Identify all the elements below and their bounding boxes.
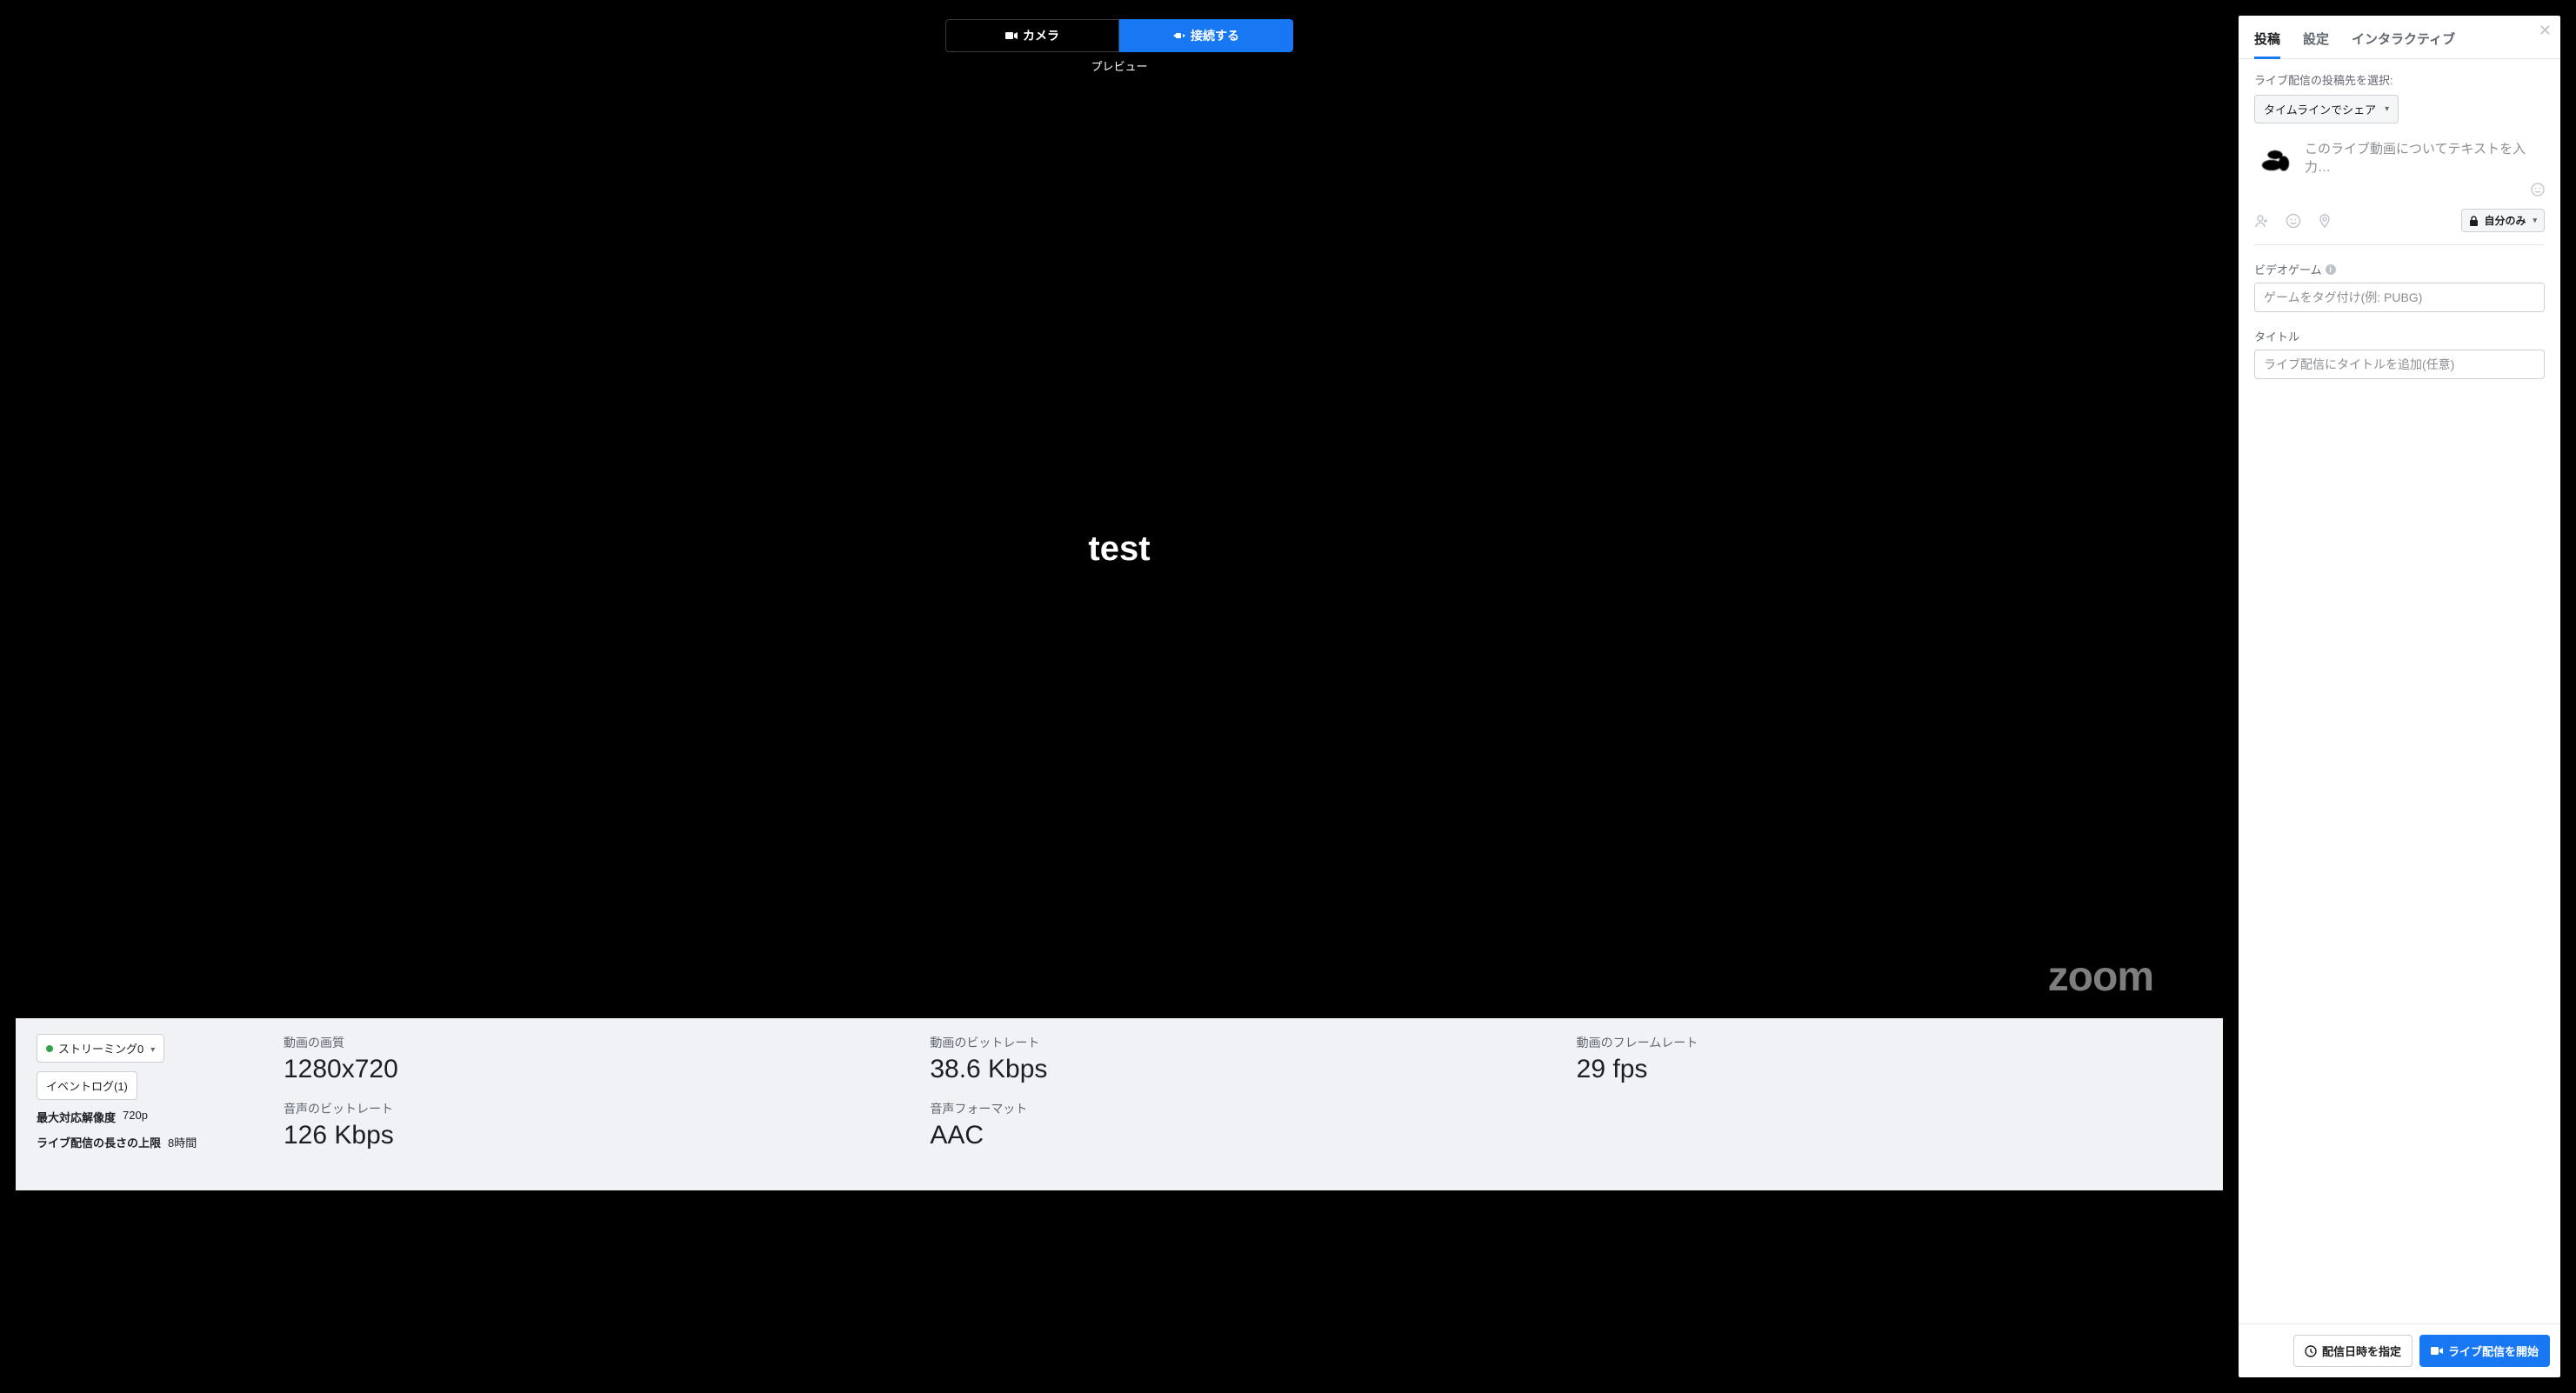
video-bitrate-value: 38.6 Kbps	[930, 1055, 1555, 1084]
tab-settings[interactable]: 設定	[2303, 30, 2329, 58]
connect-tab-label: 接続する	[1191, 27, 1239, 44]
camera-tab[interactable]: カメラ	[945, 19, 1119, 52]
destination-dropdown[interactable]: タイムラインでシェア	[2254, 95, 2399, 123]
close-icon[interactable]: ✕	[2539, 23, 2552, 38]
video-bitrate-label: 動画のビットレート	[930, 1034, 1555, 1051]
select-destination-label: ライブ配信の投稿先を選択:	[2254, 71, 2545, 88]
avatar	[2254, 139, 2296, 181]
location-icon[interactable]	[2317, 213, 2332, 229]
zoom-watermark: zoom	[2048, 953, 2153, 1001]
status-dot-icon	[46, 1045, 53, 1052]
video-bitrate-block: 動画のビットレート 38.6 Kbps	[930, 1034, 1555, 1084]
max-resolution-value: 720p	[123, 1109, 148, 1125]
connect-tab[interactable]: 接続する	[1119, 19, 1293, 52]
sidebar-footer: 配信日時を指定 ライブ配信を開始	[2239, 1323, 2560, 1377]
max-resolution-row: 最大対応解像度 720p	[37, 1109, 148, 1125]
right-sidebar: ✕ 投稿 設定 インタラクティブ ライブ配信の投稿先を選択: タイムラインでシェ…	[2239, 16, 2560, 1377]
destination-dropdown-value: タイムラインでシェア	[2264, 101, 2376, 117]
go-live-button[interactable]: ライブ配信を開始	[2419, 1335, 2550, 1367]
event-log-chip[interactable]: イベントログ(1)	[37, 1071, 137, 1100]
streaming-chip-label: ストリーミング0	[58, 1040, 143, 1056]
audio-bitrate-block: 音声のビットレート 126 Kbps	[284, 1100, 909, 1150]
chevron-down-icon	[149, 1042, 155, 1055]
emoji-picker-icon[interactable]	[2531, 183, 2545, 197]
video-game-label: ビデオゲーム i	[2254, 261, 2545, 277]
streaming-status-chip[interactable]: ストリーミング0	[37, 1034, 164, 1063]
max-length-label: ライブ配信の長さの上限	[37, 1134, 161, 1150]
broadcast-icon	[1173, 31, 1185, 40]
clock-icon	[2305, 1345, 2317, 1357]
lock-icon	[2469, 216, 2479, 226]
feeling-icon[interactable]	[2286, 213, 2301, 229]
active-tab-caption: プレビュー	[16, 57, 2223, 74]
info-icon[interactable]: i	[2326, 264, 2336, 275]
video-framerate-block: 動画のフレームレート 29 fps	[1577, 1034, 2202, 1084]
event-log-chip-label: イベントログ(1)	[46, 1077, 128, 1094]
composer-textarea[interactable]	[2305, 139, 2545, 191]
video-quality-label: 動画の画質	[284, 1034, 909, 1051]
title-label: タイトル	[2254, 328, 2545, 344]
audio-format-label: 音声フォーマット	[930, 1100, 1555, 1117]
source-tabbar: カメラ 接続する	[16, 19, 2223, 52]
stats-panel: ストリーミング0 イベントログ(1) 最大対応解像度 720p ライブ配信の長さ…	[16, 1018, 2223, 1190]
tag-people-icon[interactable]	[2254, 213, 2270, 229]
max-length-row: ライブ配信の長さの上限 8時間	[37, 1134, 197, 1150]
schedule-button[interactable]: 配信日時を指定	[2293, 1335, 2412, 1367]
composer-toolbar: 自分のみ	[2254, 209, 2545, 245]
tab-interactive[interactable]: インタラクティブ	[2352, 30, 2455, 58]
max-length-value: 8時間	[168, 1134, 197, 1150]
go-live-icon	[2431, 1346, 2443, 1356]
video-overlay-text: test	[1088, 530, 1150, 569]
video-quality-block: 動画の画質 1280x720	[284, 1034, 909, 1084]
audio-format-block: 音声フォーマット AAC	[930, 1100, 1555, 1150]
camera-tab-label: カメラ	[1023, 27, 1059, 44]
privacy-dropdown[interactable]: 自分のみ	[2461, 209, 2545, 232]
audio-bitrate-value: 126 Kbps	[284, 1121, 909, 1150]
tab-post[interactable]: 投稿	[2254, 30, 2280, 58]
post-composer	[2254, 139, 2545, 191]
video-framerate-value: 29 fps	[1577, 1055, 2202, 1084]
audio-format-value: AAC	[930, 1121, 1555, 1150]
video-game-input[interactable]	[2254, 283, 2545, 312]
video-camera-icon	[1005, 31, 1018, 40]
title-input[interactable]	[2254, 350, 2545, 379]
video-preview: test zoom	[16, 79, 2223, 1018]
video-quality-value: 1280x720	[284, 1055, 909, 1084]
go-live-button-label: ライブ配信を開始	[2448, 1343, 2539, 1359]
privacy-value: 自分のみ	[2484, 213, 2526, 228]
video-framerate-label: 動画のフレームレート	[1577, 1034, 2202, 1051]
audio-bitrate-label: 音声のビットレート	[284, 1100, 909, 1117]
max-resolution-label: 最大対応解像度	[37, 1109, 116, 1125]
schedule-button-label: 配信日時を指定	[2322, 1343, 2401, 1359]
sidebar-tabs: 投稿 設定 インタラクティブ	[2239, 16, 2560, 59]
